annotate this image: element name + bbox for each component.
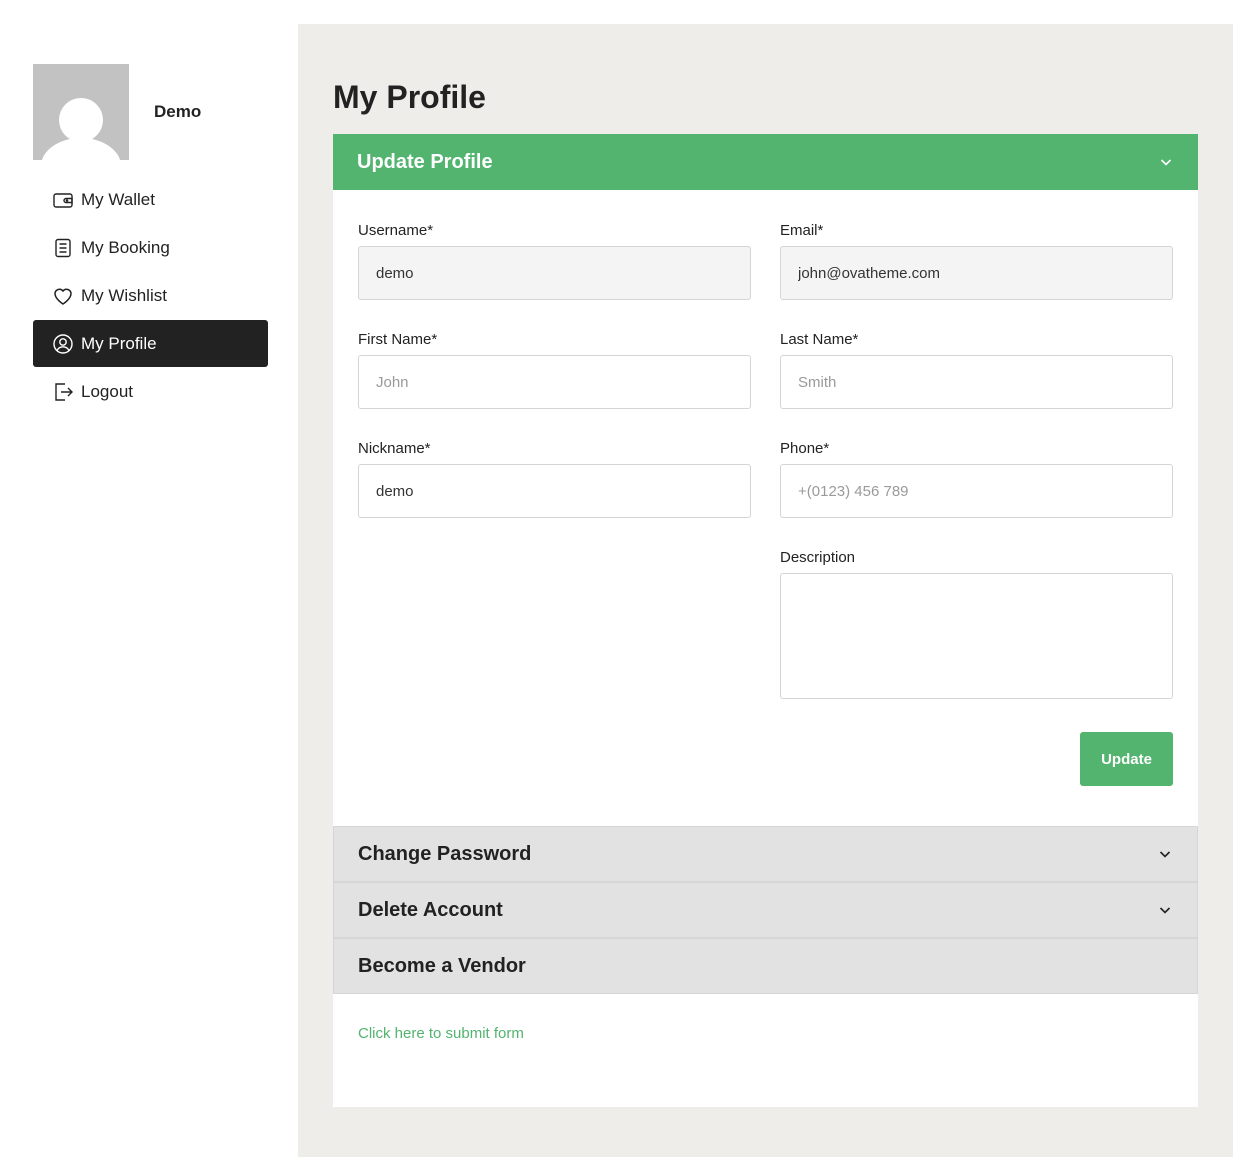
change-password-header[interactable]: Change Password [333, 826, 1198, 882]
main-panel: My Profile Update Profile Username* Emai… [298, 24, 1233, 1157]
nav-item-my-wishlist[interactable]: My Wishlist [33, 272, 268, 319]
email-label: Email* [780, 222, 824, 239]
wallet-icon [52, 189, 74, 211]
become-vendor-header[interactable]: Become a Vendor [333, 938, 1198, 994]
username-input[interactable] [358, 246, 751, 300]
update-button[interactable]: Update [1080, 732, 1173, 786]
last-name-field: Last Name* [780, 331, 1173, 409]
nav-item-my-profile[interactable]: My Profile [33, 320, 268, 367]
first-name-input[interactable] [358, 355, 751, 409]
submit-form-link[interactable]: Click here to submit form [358, 1025, 524, 1042]
chevron-down-icon [1157, 902, 1173, 918]
update-profile-header[interactable]: Update Profile [333, 134, 1198, 190]
email-input[interactable] [780, 246, 1173, 300]
chevron-down-icon [1158, 154, 1174, 170]
last-name-input[interactable] [780, 355, 1173, 409]
nickname-label: Nickname* [358, 440, 431, 457]
username-field: Username* [358, 222, 751, 300]
description-field: Description [780, 549, 1173, 699]
become-vendor-body: Click here to submit form [333, 994, 1198, 1107]
description-textarea[interactable] [780, 573, 1173, 699]
nav-label: My Profile [81, 333, 157, 353]
nickname-field: Nickname* [358, 440, 751, 518]
list-icon [52, 237, 74, 259]
profile-accordion: Update Profile Username* Email* First Na… [333, 134, 1198, 1107]
nav-label: Logout [81, 381, 133, 401]
user-circle-icon [52, 333, 74, 355]
chevron-down-icon [1157, 846, 1173, 862]
username-label: Username* [358, 222, 434, 239]
section-title: Become a Vendor [358, 954, 526, 977]
first-name-field: First Name* [358, 331, 751, 409]
avatar [33, 64, 129, 160]
delete-account-header[interactable]: Delete Account [333, 882, 1198, 938]
description-label: Description [780, 549, 856, 566]
nav-label: My Wishlist [81, 285, 167, 305]
nav-item-my-booking[interactable]: My Booking [33, 224, 268, 271]
avatar-placeholder-icon [41, 98, 121, 160]
phone-field: Phone* [780, 440, 1173, 518]
logout-icon [52, 381, 74, 403]
nav-label: My Booking [81, 237, 170, 257]
nav-item-my-wallet[interactable]: My Wallet [33, 176, 268, 223]
page-title: My Profile [333, 79, 486, 115]
user-name: Demo [154, 102, 202, 121]
nav-label: My Wallet [81, 189, 155, 209]
heart-icon [52, 285, 74, 307]
nav-item-logout[interactable]: Logout [33, 368, 268, 415]
first-name-label: First Name* [358, 331, 438, 348]
section-title: Change Password [358, 842, 532, 865]
user-info: Demo [33, 64, 268, 160]
section-title: Delete Account [358, 898, 503, 921]
email-field: Email* [780, 222, 1173, 300]
phone-label: Phone* [780, 440, 830, 457]
update-profile-body: Username* Email* First Name* Last Name* … [333, 190, 1198, 826]
last-name-label: Last Name* [780, 331, 859, 348]
sidebar: Demo My Wallet My Booking My Wishlist My… [33, 64, 268, 416]
nickname-input[interactable] [358, 464, 751, 518]
phone-input[interactable] [780, 464, 1173, 518]
section-title: Update Profile [357, 150, 493, 173]
